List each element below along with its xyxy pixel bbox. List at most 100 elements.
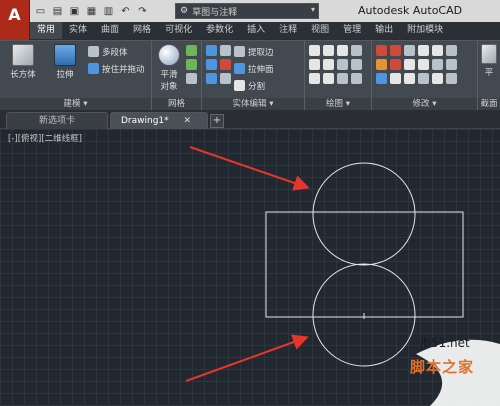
presspull-button[interactable]: 按住并拖动 — [88, 61, 145, 76]
panel-draw: 绘图 ▾ — [305, 41, 372, 111]
erase-icon[interactable] — [376, 73, 387, 84]
ribbon-tabs: 常用 实体 曲面 网格 可视化 参数化 插入 注释 视图 管理 输出 附加模块 — [30, 22, 500, 39]
modify-more-icon[interactable] — [446, 45, 457, 56]
spline-icon[interactable] — [323, 45, 334, 56]
tab-insert[interactable]: 插入 — [240, 22, 272, 39]
separate-button[interactable]: 分割 — [234, 78, 265, 93]
undo-icon[interactable]: ↶ — [118, 3, 133, 19]
offset-icon[interactable] — [432, 59, 443, 70]
workspace-dropdown[interactable]: ⚙ 草图与注释 ▾ — [175, 3, 319, 19]
fillet-icon[interactable] — [418, 59, 429, 70]
tab-output[interactable]: 输出 — [368, 22, 400, 39]
modify-tools — [376, 45, 457, 84]
stretch-icon[interactable] — [404, 59, 415, 70]
tab-view[interactable]: 视图 — [304, 22, 336, 39]
tab-visualize[interactable]: 可视化 — [158, 22, 199, 39]
trim-icon[interactable] — [376, 59, 387, 70]
gear-icon: ⚙ — [180, 6, 189, 16]
polyline-icon[interactable] — [309, 45, 320, 56]
autocad-window: ▭ ▤ ▣ ▦ ▥ ↶ ↷ ⚙ 草图与注释 ▾ Autodesk AutoCAD… — [0, 0, 500, 406]
draw-more-icon[interactable] — [351, 45, 362, 56]
panel-modify: 修改 ▾ — [372, 41, 478, 111]
explode-icon[interactable] — [446, 59, 457, 70]
break-icon[interactable] — [446, 73, 457, 84]
thicken-icon[interactable] — [220, 73, 231, 84]
slice-icon[interactable] — [220, 59, 231, 70]
hatch-icon[interactable] — [351, 73, 362, 84]
arc-icon[interactable] — [337, 45, 348, 56]
extrude-faces-label: 拉伸面 — [248, 64, 274, 75]
file-tabs-bar: 新选项卡 Drawing1* ✕ + — [0, 110, 500, 129]
open-icon[interactable]: ▤ — [50, 3, 65, 19]
new-icon[interactable]: ▭ — [33, 3, 48, 19]
3d-mirror-icon[interactable] — [390, 73, 401, 84]
smooth-label-line2: 对象 — [160, 82, 178, 92]
section-plane-icon — [481, 44, 497, 64]
watermark-name: 脚本之家 — [410, 358, 475, 376]
tab-manage[interactable]: 管理 — [336, 22, 368, 39]
panel-mesh: 平滑 对象 网格 — [152, 41, 202, 111]
tab-start[interactable]: 新选项卡 — [6, 112, 108, 129]
intersect-icon[interactable] — [206, 73, 217, 84]
subtract-icon[interactable] — [206, 59, 217, 70]
quick-access-toolbar: ▭ ▤ ▣ ▦ ▥ ↶ ↷ — [33, 3, 150, 19]
section-plane-label: 平 — [484, 68, 494, 78]
join-icon[interactable] — [432, 73, 443, 84]
helix-icon[interactable] — [323, 73, 334, 84]
upper-circle[interactable] — [312, 162, 416, 266]
smooth-label-line1: 平滑 — [160, 70, 178, 80]
extrude-button[interactable]: 拉伸 — [48, 44, 82, 80]
interfere-icon[interactable] — [220, 45, 231, 56]
save-icon[interactable]: ▣ — [67, 3, 82, 19]
title-bar: ▭ ▤ ▣ ▦ ▥ ↶ ↷ ⚙ 草图与注释 ▾ Autodesk AutoCAD — [0, 0, 500, 22]
box-button[interactable]: 长方体 — [6, 44, 40, 80]
polygon-icon[interactable] — [309, 73, 320, 84]
copy-icon[interactable] — [390, 59, 401, 70]
union-icon[interactable] — [206, 45, 217, 56]
mesh-crease-icon[interactable] — [186, 59, 197, 70]
tab-mesh[interactable]: 网格 — [126, 22, 158, 39]
mesh-tools — [186, 45, 197, 84]
array-icon[interactable] — [418, 45, 429, 56]
region-icon[interactable] — [337, 73, 348, 84]
mirror-icon[interactable] — [432, 45, 443, 56]
save-as-icon[interactable]: ▦ — [84, 3, 99, 19]
solid-editing-tools — [206, 45, 231, 84]
tab-annotate[interactable]: 注释 — [272, 22, 304, 39]
3d-rotate-icon[interactable] — [404, 73, 415, 84]
smooth-object-button[interactable]: 平滑 对象 — [154, 44, 184, 92]
application-menu-button[interactable]: A — [0, 0, 30, 40]
polysolid-icon — [88, 46, 99, 57]
panel-solid-editing: 提取边 拉伸面 分割 实体编辑 ▾ — [202, 41, 305, 111]
redo-icon[interactable]: ↷ — [135, 3, 150, 19]
mesh-uncrease-icon[interactable] — [186, 73, 197, 84]
tab-addins[interactable]: 附加模块 — [400, 22, 450, 39]
close-icon[interactable]: ✕ — [184, 116, 192, 126]
section-plane-button[interactable]: 平 — [478, 44, 500, 78]
tab-surface[interactable]: 曲面 — [94, 22, 126, 39]
rectangle-icon[interactable] — [351, 59, 362, 70]
watermark-site: jb51.net — [420, 336, 470, 350]
box-icon — [12, 44, 34, 66]
new-tab-button[interactable]: + — [210, 114, 224, 128]
extrude-faces-button[interactable]: 拉伸面 — [234, 61, 274, 76]
align-icon[interactable] — [418, 73, 429, 84]
scale-icon[interactable] — [404, 45, 415, 56]
extrude-faces-icon — [234, 63, 245, 74]
tab-parametric[interactable]: 参数化 — [199, 22, 240, 39]
tab-drawing1[interactable]: Drawing1* ✕ — [110, 112, 208, 129]
upper-red-arrow — [189, 146, 310, 191]
tab-home[interactable]: 常用 — [30, 22, 63, 39]
extract-edges-label: 提取边 — [248, 47, 274, 58]
extrude-label: 拉伸 — [56, 70, 74, 80]
print-icon[interactable]: ▥ — [101, 3, 116, 19]
circle-icon[interactable] — [323, 59, 334, 70]
line-icon[interactable] — [309, 59, 320, 70]
rotate-icon[interactable] — [390, 45, 401, 56]
mesh-refine-icon[interactable] — [186, 45, 197, 56]
tab-solid[interactable]: 实体 — [62, 22, 94, 39]
polysolid-button[interactable]: 多段体 — [88, 44, 128, 59]
move-icon[interactable] — [376, 45, 387, 56]
ellipse-icon[interactable] — [337, 59, 348, 70]
extract-edges-button[interactable]: 提取边 — [234, 44, 274, 59]
